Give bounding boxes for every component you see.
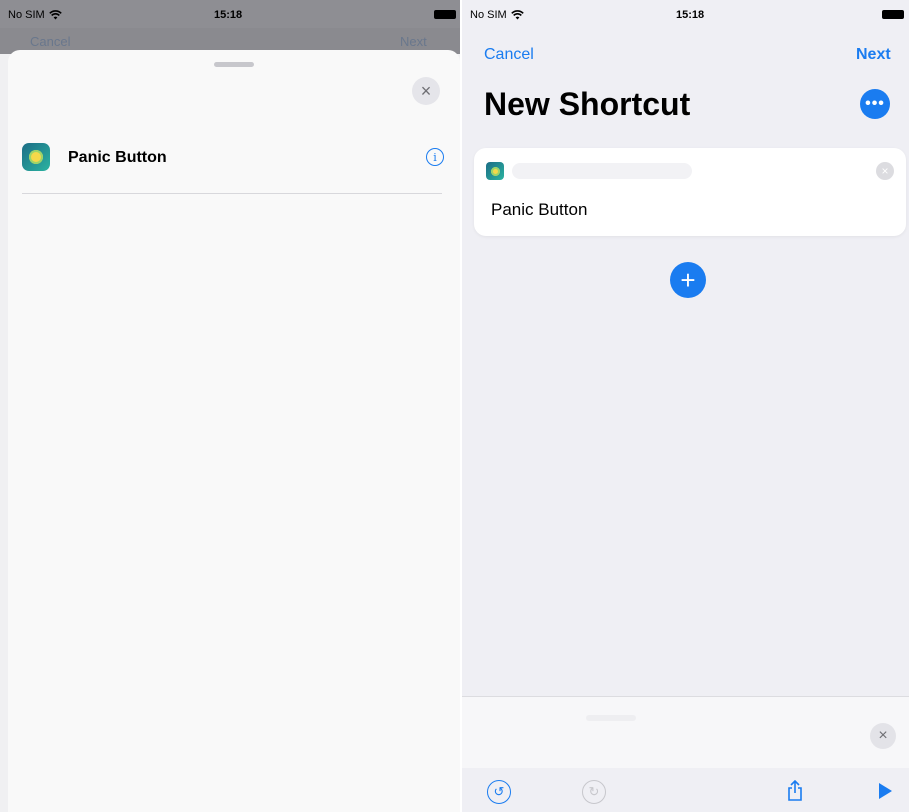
nav-bar: Cancel Next xyxy=(462,40,909,70)
cancel-button[interactable]: Cancel xyxy=(484,46,534,64)
battery-icon xyxy=(434,10,456,19)
background-next-label: Next xyxy=(400,34,427,49)
status-time: 15:18 xyxy=(214,9,243,21)
status-bar: No SIM 15:18 xyxy=(462,0,909,28)
carrier-group: No SIM xyxy=(8,9,62,21)
app-picker-sheet: × Panic Button i xyxy=(8,50,460,812)
battery-icon xyxy=(882,10,904,19)
list-item-panic-button[interactable]: Panic Button i xyxy=(22,143,444,194)
page-title: New Shortcut xyxy=(484,86,691,122)
panic-button-app-icon xyxy=(486,162,504,180)
action-parameter-placeholder xyxy=(512,163,692,179)
sheet-grabber[interactable] xyxy=(214,62,254,67)
next-button[interactable]: Next xyxy=(856,46,891,64)
info-icon[interactable]: i xyxy=(426,148,444,166)
undo-icon[interactable]: ↺ xyxy=(487,780,511,804)
actions-search-panel: × xyxy=(462,696,909,769)
carrier-group: No SIM xyxy=(470,9,524,21)
search-placeholder xyxy=(586,715,636,721)
close-icon[interactable]: × xyxy=(870,723,896,749)
play-icon[interactable] xyxy=(874,780,896,802)
carrier-label: No SIM xyxy=(470,9,507,21)
left-screen: No SIM 15:18 Cancel Next × Panic Button … xyxy=(0,0,460,812)
more-options-button[interactable]: ••• xyxy=(860,89,890,119)
redo-icon: ↻ xyxy=(582,780,606,804)
status-bar: No SIM 15:18 xyxy=(0,0,460,28)
list-item-label: Panic Button xyxy=(68,149,167,166)
background-cancel-label: Cancel xyxy=(30,34,71,49)
editor-toolbar: ↺ ↻ xyxy=(462,768,909,812)
close-icon[interactable]: × xyxy=(412,77,440,105)
action-label: Panic Button xyxy=(491,200,588,219)
remove-action-icon[interactable]: × xyxy=(876,162,894,180)
wifi-icon xyxy=(48,10,62,20)
add-action-button[interactable]: + xyxy=(670,262,706,298)
panic-button-app-icon xyxy=(22,143,50,171)
right-screen: No SIM 15:18 Cancel Next New Shortcut ••… xyxy=(462,0,909,812)
action-card[interactable]: × Panic Button xyxy=(474,148,906,236)
share-icon[interactable] xyxy=(784,780,806,802)
wifi-icon xyxy=(510,10,524,20)
status-time: 15:18 xyxy=(676,9,705,21)
carrier-label: No SIM xyxy=(8,9,45,21)
